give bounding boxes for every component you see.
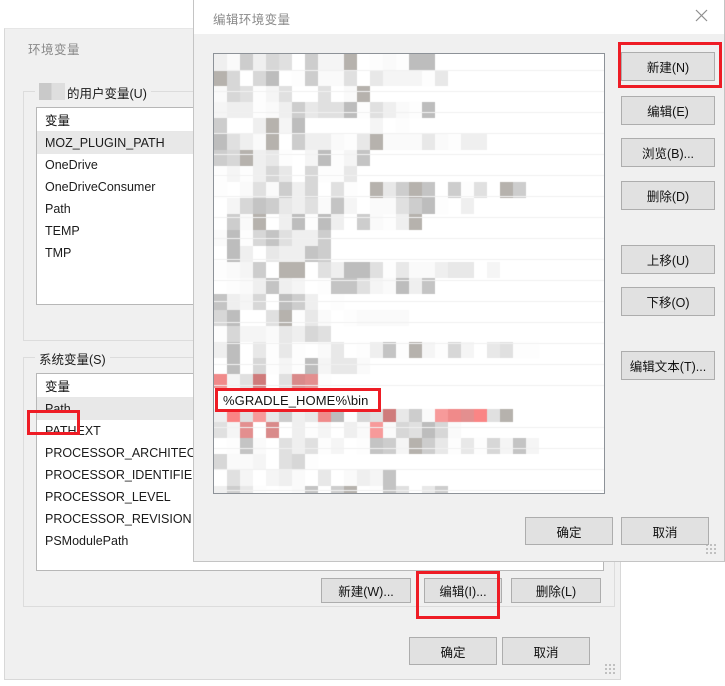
user-variables-legend-text: 的用户变量(U) <box>67 87 147 101</box>
environment-variables-window-title: 环境变量 <box>28 43 81 57</box>
system-variables-legend: 系统变量(S) <box>35 349 110 368</box>
close-icon[interactable] <box>679 0 724 31</box>
variable-name: MOZ_PLUGIN_PATH <box>45 136 165 150</box>
user-variables-legend: 的用户变量(U) <box>35 83 151 102</box>
gradle-home-bin-entry[interactable]: %GRADLE_HOME%\bin <box>220 392 372 409</box>
variable-name: Path <box>45 202 71 216</box>
dialog-title-bar: 编辑环境变量 <box>194 0 724 34</box>
variable-name: OneDriveConsumer <box>45 180 156 194</box>
ok-button-window[interactable]: 确定 <box>409 637 497 665</box>
ok-button-dialog[interactable]: 确定 <box>525 517 613 545</box>
censored-username-mosaic <box>39 83 65 100</box>
move-down-button[interactable]: 下移(O) <box>621 287 715 316</box>
system-variables-column-header-label: 变量 <box>45 380 71 394</box>
variable-name: PROCESSOR_ARCHITECT... <box>45 446 213 460</box>
variable-name: TEMP <box>45 224 80 238</box>
edit-text-button[interactable]: 编辑文本(T)... <box>621 351 715 380</box>
variable-name: PROCESSOR_LEVEL <box>45 490 171 504</box>
window-resize-grip[interactable] <box>605 664 617 676</box>
variable-name: OneDrive <box>45 158 98 172</box>
browse-button[interactable]: 浏览(B)... <box>621 138 715 167</box>
cancel-button-dialog[interactable]: 取消 <box>621 517 709 545</box>
variable-name: PROCESSOR_IDENTIFIER <box>45 468 202 482</box>
delete-system-variable-button[interactable]: 删除(L) <box>511 578 601 603</box>
censored-path-entries-mosaic <box>214 54 604 493</box>
dialog-title: 编辑环境变量 <box>213 13 291 27</box>
system-variables-legend-text: 系统变量(S) <box>39 353 106 367</box>
move-up-button[interactable]: 上移(U) <box>621 245 715 274</box>
screen-root: 环境变量 的用户变量(U) 变量 MOZ_PLUGIN_PATH OneDriv… <box>0 0 725 686</box>
edit-system-variable-button[interactable]: 编辑(I)... <box>424 578 502 603</box>
new-system-variable-button[interactable]: 新建(W)... <box>321 578 411 603</box>
edit-environment-variable-dialog: 编辑环境变量 %GRADLE_HOME%\bin 新建(N) 编辑(E) 浏览(… <box>193 0 725 562</box>
variable-name: PATHEXT <box>45 424 101 438</box>
variable-name: Path <box>45 402 71 416</box>
variable-name: PSModulePath <box>45 534 129 548</box>
dialog-resize-grip[interactable] <box>706 544 718 556</box>
cancel-button-window[interactable]: 取消 <box>502 637 590 665</box>
user-variables-column-header-label: 变量 <box>45 114 71 128</box>
path-entries-list[interactable]: %GRADLE_HOME%\bin <box>213 53 605 494</box>
variable-name: PROCESSOR_REVISION <box>45 512 192 526</box>
delete-button[interactable]: 删除(D) <box>621 181 715 210</box>
edit-button[interactable]: 编辑(E) <box>621 96 715 125</box>
new-button[interactable]: 新建(N) <box>621 52 715 81</box>
variable-name: TMP <box>45 246 72 260</box>
